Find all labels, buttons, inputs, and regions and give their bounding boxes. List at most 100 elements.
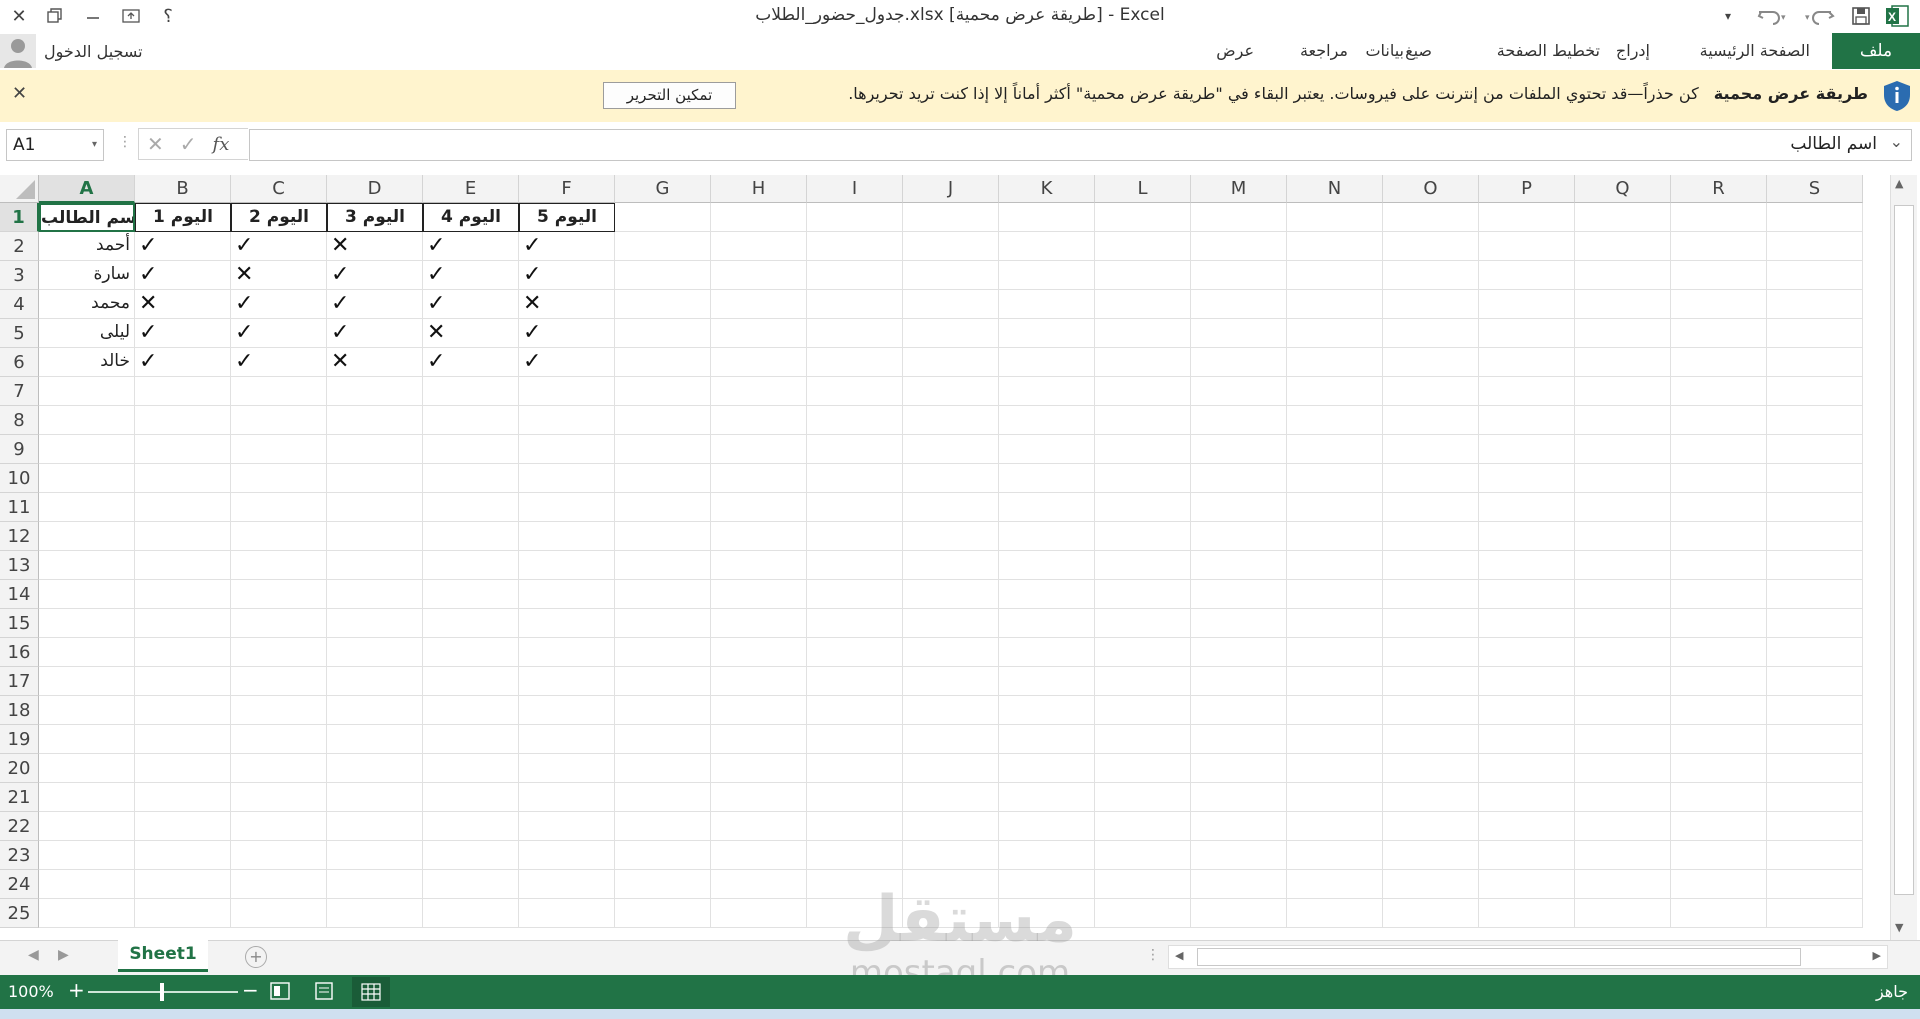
cell-r2[interactable] [1671,232,1767,261]
cell-l17[interactable] [1095,667,1191,696]
cell-g8[interactable] [615,406,711,435]
cell-e15[interactable] [423,609,519,638]
cell-p11[interactable] [1479,493,1575,522]
cell-d24[interactable] [327,870,423,899]
cell-n1[interactable] [1287,203,1383,232]
row-header-21[interactable]: 21 [0,783,39,812]
cell-h20[interactable] [711,754,807,783]
cell-o22[interactable] [1383,812,1479,841]
row-header-4[interactable]: 4 [0,290,39,319]
cell-s22[interactable] [1767,812,1863,841]
cell-f7[interactable] [519,377,615,406]
row-header-1[interactable]: 1 [0,203,39,232]
cell-n2[interactable] [1287,232,1383,261]
cell-k9[interactable] [999,435,1095,464]
cell-a7[interactable] [39,377,135,406]
cell-i1[interactable] [807,203,903,232]
cell-m23[interactable] [1191,841,1287,870]
cell-h18[interactable] [711,696,807,725]
cell-c7[interactable] [231,377,327,406]
cell-c21[interactable] [231,783,327,812]
cell-b21[interactable] [135,783,231,812]
cell-q14[interactable] [1575,580,1671,609]
cell-h7[interactable] [711,377,807,406]
cell-j15[interactable] [903,609,999,638]
cell-g17[interactable] [615,667,711,696]
cell-r18[interactable] [1671,696,1767,725]
cell-h19[interactable] [711,725,807,754]
column-header-c[interactable]: C [231,175,327,203]
cell-d15[interactable] [327,609,423,638]
cell-i21[interactable] [807,783,903,812]
cell-r20[interactable] [1671,754,1767,783]
horizontal-scroll-thumb[interactable] [1197,948,1801,966]
cell-r10[interactable] [1671,464,1767,493]
cell-l9[interactable] [1095,435,1191,464]
cell-j1[interactable] [903,203,999,232]
cell-b8[interactable] [135,406,231,435]
cell-b4[interactable]: ✕ [135,290,231,319]
cell-p10[interactable] [1479,464,1575,493]
cell-s12[interactable] [1767,522,1863,551]
cell-o20[interactable] [1383,754,1479,783]
cell-m12[interactable] [1191,522,1287,551]
cell-h11[interactable] [711,493,807,522]
row-header-23[interactable]: 23 [0,841,39,870]
cell-g23[interactable] [615,841,711,870]
cell-q2[interactable] [1575,232,1671,261]
cell-f25[interactable] [519,899,615,928]
cell-o7[interactable] [1383,377,1479,406]
cell-m2[interactable] [1191,232,1287,261]
cell-d17[interactable] [327,667,423,696]
cell-j13[interactable] [903,551,999,580]
cell-o14[interactable] [1383,580,1479,609]
cell-o12[interactable] [1383,522,1479,551]
cell-e14[interactable] [423,580,519,609]
column-header-k[interactable]: K [999,175,1095,203]
cell-d22[interactable] [327,812,423,841]
page-layout-view-icon[interactable] [314,982,334,1004]
scroll-sheets-right-icon[interactable]: ▶ [58,947,69,963]
row-header-5[interactable]: 5 [0,319,39,348]
cell-c16[interactable] [231,638,327,667]
zoom-slider-thumb[interactable] [160,983,164,1001]
cell-d19[interactable] [327,725,423,754]
cell-g24[interactable] [615,870,711,899]
cell-r13[interactable] [1671,551,1767,580]
cell-n15[interactable] [1287,609,1383,638]
cell-d25[interactable] [327,899,423,928]
tab-data[interactable]: بيانات [1365,33,1404,69]
cell-c9[interactable] [231,435,327,464]
cell-d14[interactable] [327,580,423,609]
cell-m9[interactable] [1191,435,1287,464]
cell-p24[interactable] [1479,870,1575,899]
cell-g11[interactable] [615,493,711,522]
tab-view[interactable]: عرض [1216,33,1254,69]
cell-e17[interactable] [423,667,519,696]
cell-p14[interactable] [1479,580,1575,609]
cell-m18[interactable] [1191,696,1287,725]
cell-d4[interactable]: ✓ [327,290,423,319]
cell-l5[interactable] [1095,319,1191,348]
cell-n25[interactable] [1287,899,1383,928]
cell-k12[interactable] [999,522,1095,551]
cell-o3[interactable] [1383,261,1479,290]
cell-r15[interactable] [1671,609,1767,638]
cell-c2[interactable]: ✓ [231,232,327,261]
cell-c18[interactable] [231,696,327,725]
sign-in-link[interactable]: تسجيل الدخول [44,42,143,61]
cell-s23[interactable] [1767,841,1863,870]
cell-f21[interactable] [519,783,615,812]
cell-o11[interactable] [1383,493,1479,522]
cell-r14[interactable] [1671,580,1767,609]
cell-c20[interactable] [231,754,327,783]
cell-d23[interactable] [327,841,423,870]
cell-e2[interactable]: ✓ [423,232,519,261]
tab-insert[interactable]: إدراج [1616,33,1650,69]
cell-s3[interactable] [1767,261,1863,290]
row-header-6[interactable]: 6 [0,348,39,377]
row-header-12[interactable]: 12 [0,522,39,551]
cell-p20[interactable] [1479,754,1575,783]
cell-a21[interactable] [39,783,135,812]
cell-q1[interactable] [1575,203,1671,232]
